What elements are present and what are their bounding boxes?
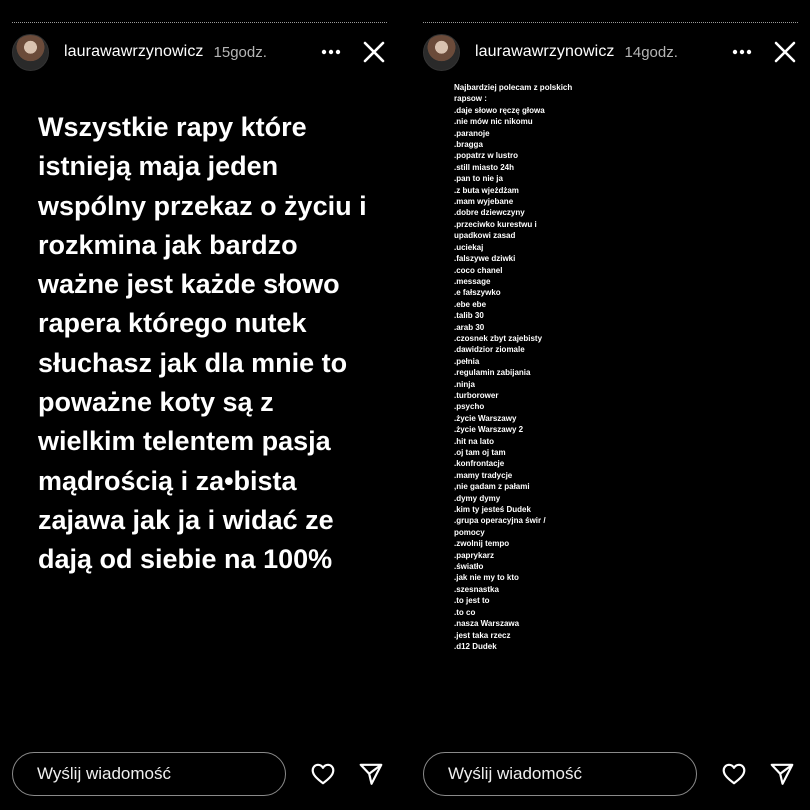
story-list-item: .uciekaj [454, 242, 484, 252]
close-button[interactable] [361, 39, 387, 65]
story-list-intro: Najbardziej polecam z polskich rapsow : [454, 83, 573, 104]
close-button[interactable] [772, 39, 798, 65]
story-list-item: .z buta wjeżdżam [454, 185, 519, 195]
story-time: 15godz. [213, 43, 267, 61]
story-header: laurawawrzynowicz 15godz. [12, 32, 387, 72]
story-list-item: .paprykarz [454, 550, 495, 560]
story-list-item: .ebe ebe [454, 299, 487, 309]
heart-icon [311, 763, 335, 785]
story-list-item: .message [454, 276, 491, 286]
username[interactable]: laurawawrzynowicz [64, 43, 204, 61]
more-horizontal-icon [732, 49, 752, 55]
story-list-item: .życie Warszawy 2 [454, 425, 524, 435]
story-list-item: .ninja [454, 379, 475, 389]
more-options-button[interactable] [317, 40, 345, 64]
story-list-item: .regulamin zabijania [454, 368, 531, 378]
panel-divider [399, 0, 411, 810]
story-list-item: .pan to nie ja [454, 174, 503, 184]
message-input[interactable]: Wyślij wiadomość [423, 752, 697, 796]
story-list-item: .paranoje [454, 128, 490, 138]
share-button[interactable] [358, 761, 384, 787]
story-list-item: .daje słowo ręczę głowa [454, 105, 545, 115]
story-list-item: .dobre dziewczyny [454, 208, 525, 218]
story-list-item: .coco chanel [454, 265, 503, 275]
story-list-item: .konfrontacje [454, 459, 505, 469]
story-list-item: .to co [454, 607, 476, 617]
story-progress-bar [423, 22, 798, 24]
story-panel-left: laurawawrzynowicz 15godz. Wszystkie rapy… [0, 0, 399, 810]
story-list-item: ,nie gadam z pałami [454, 482, 530, 492]
story-footer: Wyślij wiadomość [423, 751, 798, 797]
story-header: laurawawrzynowicz 14godz. [423, 32, 798, 72]
avatar[interactable] [12, 33, 49, 71]
story-list-item: .światło [454, 562, 484, 572]
story-progress-bar [12, 22, 387, 24]
story-list-item: .dymy dymy [454, 493, 501, 503]
send-icon [359, 763, 383, 785]
more-options-button[interactable] [728, 40, 756, 64]
story-list-item: .pełnia [454, 356, 480, 366]
story-list-item: .psycho [454, 402, 485, 412]
story-list-item: .d12 Dudek [454, 641, 497, 651]
story-list-item: .falszywe dziwki [454, 254, 516, 264]
username[interactable]: laurawawrzynowicz [475, 43, 615, 61]
story-time: 14godz. [624, 43, 678, 61]
story-text: Wszystkie rapy które istnieją maja jeden… [38, 112, 367, 575]
like-button[interactable] [310, 761, 336, 787]
story-list-item: .kim ty jesteś Dudek [454, 505, 531, 515]
story-list-item: .hit na lato [454, 436, 494, 446]
close-icon [774, 41, 796, 63]
story-list-item: .e fałszywko [454, 288, 501, 298]
story-list-item: .to jest to [454, 596, 490, 606]
story-list-item: .bragga [454, 140, 483, 150]
share-button[interactable] [769, 761, 795, 787]
story-list-item: .grupa operacyjna świr / pomocy [454, 516, 546, 537]
close-icon [363, 41, 385, 63]
story-list-item: .zwolnij tempo [454, 539, 510, 549]
story-list-item: .arab 30 [454, 322, 485, 332]
story-list-item: .życie Warszawy [454, 413, 517, 423]
story-list-item: .czosnek zbyt zajebisty [454, 333, 543, 343]
story-list-item: .oj tam oj tam [454, 448, 506, 457]
story-list-item: .mamy tradycje [454, 470, 513, 480]
story-list-items: .daje słowo ręczę głowa .nie mów nic niko… [454, 105, 574, 653]
more-horizontal-icon [321, 49, 341, 55]
story-footer: Wyślij wiadomość [12, 751, 387, 797]
story-list-item: .nasza Warszawa [454, 619, 520, 629]
avatar[interactable] [423, 33, 460, 71]
story-list-item: .dawidzior ziomale [454, 345, 525, 355]
story-list-item: .nie mów nic nikomu [454, 117, 533, 127]
story-list-item: .szesnastka [454, 584, 499, 594]
story-list-item: .talib 30 [454, 311, 484, 321]
message-input[interactable]: Wyślij wiadomość [12, 752, 286, 796]
story-list-item: .jak nie my to kto [454, 573, 519, 583]
story-song-list: Najbardziej polecam z polskich rapsow : … [454, 82, 574, 652]
story-list-item: .turborower [454, 390, 499, 400]
story-list-item: .jest taka rzecz [454, 630, 511, 640]
heart-icon [722, 763, 746, 785]
story-list-item: .przeciwko kurestwu i upadkowi zasad [454, 219, 537, 241]
send-icon [770, 763, 794, 785]
like-button[interactable] [721, 761, 747, 787]
story-list-item: .popatrz w lustro [454, 151, 518, 161]
story-list-item: .mam wyjebane [454, 197, 514, 207]
story-list-item: .still miasto 24h [454, 162, 515, 172]
